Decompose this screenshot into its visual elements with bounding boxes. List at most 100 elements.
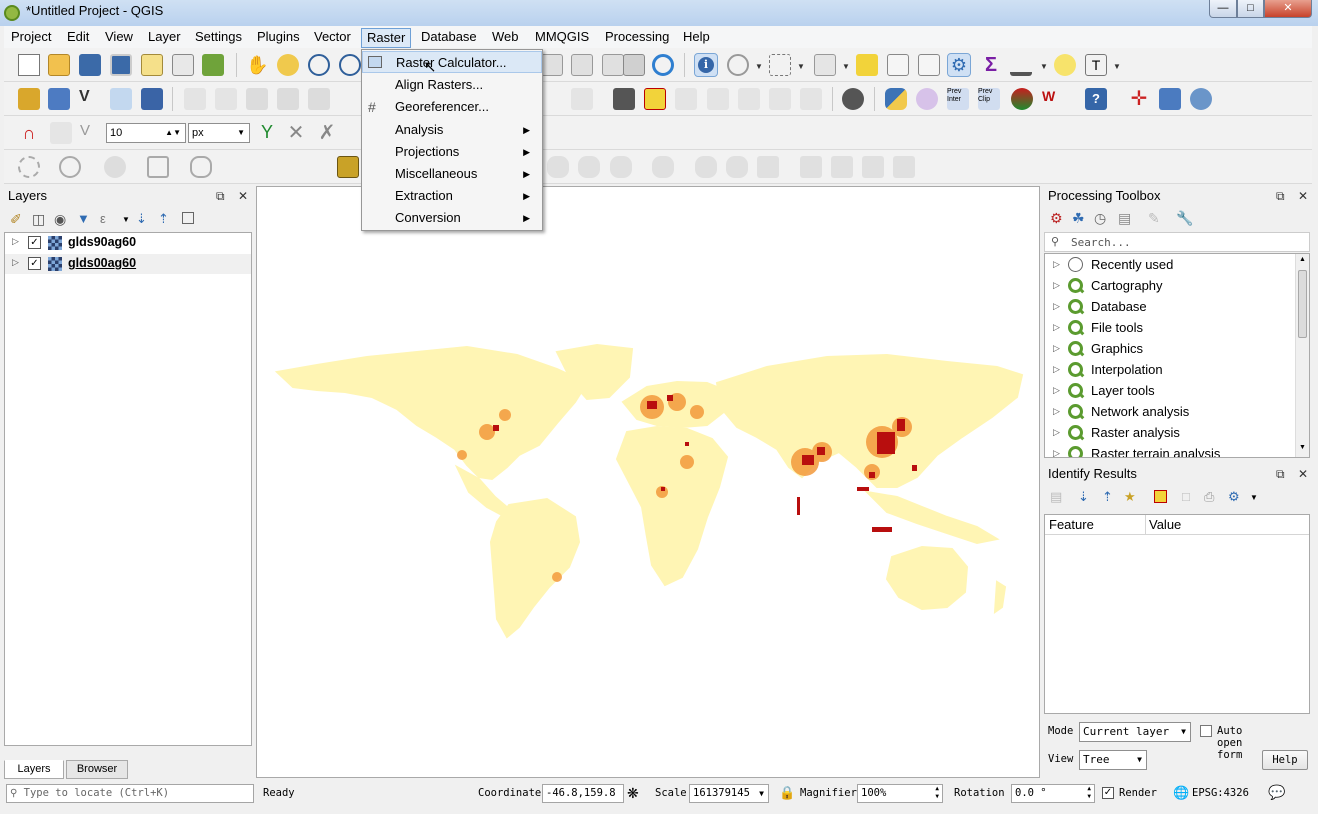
scroll-down-icon[interactable]: ▼ <box>1299 444 1306 451</box>
delete-part-icon[interactable] <box>800 156 822 178</box>
options-wrench-icon[interactable]: 🔧 <box>1176 210 1193 227</box>
close-panel-icon[interactable]: ✕ <box>1298 464 1308 484</box>
close-panel-icon[interactable]: ✕ <box>1298 186 1308 206</box>
chevron-down-icon[interactable]: ▼ <box>797 62 805 71</box>
menu-item-georeferencer[interactable]: # Georeferencer... <box>362 96 542 118</box>
offset-icon[interactable]: ✗ <box>316 122 338 144</box>
deselect-features-icon[interactable] <box>856 54 878 76</box>
chevron-down-icon[interactable]: ▼ <box>842 62 850 71</box>
vertex-tool-icon[interactable]: V <box>80 122 102 144</box>
zoom-out-icon[interactable] <box>339 54 361 76</box>
layer-item[interactable]: ▷ ✓ glds90ag60 <box>5 233 251 253</box>
identify-mode-select[interactable]: Current layer ▼ <box>1079 722 1191 742</box>
coordinate-field[interactable]: -46.8,159.8 <box>542 784 624 803</box>
tab-browser[interactable]: Browser <box>66 760 128 779</box>
tree-item-network-analysis[interactable]: ▷ Network analysis <box>1045 401 1295 422</box>
messages-icon[interactable]: 💬 <box>1268 784 1285 801</box>
add-vector-layer-icon[interactable] <box>18 88 40 110</box>
menu-settings[interactable]: Settings <box>190 28 247 48</box>
remove-layer-icon[interactable] <box>182 212 194 224</box>
digitize-icon[interactable] <box>50 122 72 144</box>
show-hide-labels-icon[interactable] <box>707 88 729 110</box>
column-feature[interactable]: Feature <box>1049 517 1094 532</box>
menu-item-projections[interactable]: Projections ▶ <box>362 141 542 163</box>
save-edits-icon[interactable] <box>246 88 268 110</box>
crosshair-icon[interactable]: ✛ <box>1128 88 1150 110</box>
coordinate-toggle-icon[interactable]: ❋ <box>627 785 639 802</box>
measure-line-icon[interactable] <box>1010 54 1032 76</box>
chevron-down-icon[interactable]: ▼ <box>1113 62 1121 71</box>
zoom-next-icon[interactable] <box>602 54 624 76</box>
python-console-icon[interactable] <box>885 88 907 110</box>
tree-item-cartography[interactable]: ▷ Cartography <box>1045 275 1295 296</box>
expand-arrow-icon[interactable]: ▷ <box>1053 296 1060 317</box>
expand-arrow-icon[interactable]: ▷ <box>1053 443 1060 457</box>
add-ring-icon[interactable] <box>652 156 674 178</box>
open-project-icon[interactable] <box>48 54 70 76</box>
lock-scale-icon[interactable]: 🔒 <box>779 785 795 801</box>
close-panel-icon[interactable]: ✕ <box>238 186 248 206</box>
zoom-last-icon[interactable] <box>571 54 593 76</box>
merge-features-icon[interactable] <box>893 156 915 178</box>
attribute-table-icon[interactable] <box>887 54 909 76</box>
add-wms-layer-icon[interactable] <box>141 88 163 110</box>
layer-visibility-checkbox[interactable]: ✓ <box>28 257 41 270</box>
add-part-icon[interactable] <box>695 156 717 178</box>
wkt-icon[interactable]: W <box>1042 88 1064 110</box>
expand-arrow-icon[interactable]: ▷ <box>1053 254 1060 275</box>
tree-item-raster-terrain-analysis[interactable]: ▷ Raster terrain analysis <box>1045 443 1295 457</box>
zoom-layer-icon[interactable] <box>541 54 563 76</box>
menu-item-analysis[interactable]: Analysis ▶ <box>362 119 542 141</box>
refresh-icon[interactable] <box>652 54 674 76</box>
new-project-icon[interactable] <box>18 54 40 76</box>
layer-visibility-checkbox[interactable]: ✓ <box>28 236 41 249</box>
spin-arrows-icon[interactable]: ▲▼ <box>1087 785 1091 801</box>
fill-ring-icon[interactable] <box>726 156 748 178</box>
map-tips-icon[interactable] <box>1054 54 1076 76</box>
text-annotation-icon[interactable]: T <box>1085 54 1107 76</box>
pan-hand-icon[interactable]: ✋ <box>246 54 268 76</box>
add-rectangle-icon[interactable] <box>147 156 169 178</box>
menu-project[interactable]: Project <box>6 28 56 48</box>
history-clock-icon[interactable]: ◷ <box>1094 210 1106 227</box>
tree-item-recently-used[interactable]: ▷ Recently used <box>1045 254 1295 275</box>
statistics-sigma-icon[interactable]: Σ <box>980 54 1002 76</box>
minimize-button[interactable]: — <box>1209 0 1237 18</box>
reshape-icon[interactable] <box>831 156 853 178</box>
menu-item-miscellaneous[interactable]: Miscellaneous ▶ <box>362 163 542 185</box>
digitize-width-spinbox[interactable]: 10 ▲▼ <box>106 123 186 143</box>
run-feature-action-icon[interactable] <box>727 54 749 76</box>
filter-expression-icon[interactable]: ε <box>100 211 106 226</box>
scrollbar-thumb[interactable] <box>1298 270 1307 338</box>
menu-help[interactable]: Help <box>678 28 715 48</box>
layer-labeling-icon[interactable] <box>613 88 635 110</box>
menu-vector[interactable]: Vector <box>309 28 356 48</box>
zoom-in-icon[interactable] <box>308 54 330 76</box>
prev-inter-icon[interactable]: Prev Inter <box>947 88 969 110</box>
gps-icon[interactable] <box>842 88 864 110</box>
delete-ring-icon[interactable] <box>757 156 779 178</box>
expand-arrow-icon[interactable]: ▷ <box>12 257 19 268</box>
split-parts-icon[interactable] <box>862 156 884 178</box>
expand-arrow-icon[interactable]: ▷ <box>1053 422 1060 443</box>
style-brush-icon[interactable]: ✐ <box>10 211 22 228</box>
magnifier-spinbox[interactable]: 100% ▲ ▼ <box>857 784 943 803</box>
select-by-value-icon[interactable] <box>814 54 836 76</box>
expand-new-results-icon[interactable]: ★ <box>1124 489 1136 505</box>
add-group-icon[interactable]: ◫ <box>32 211 45 228</box>
map-swipe-icon[interactable] <box>337 156 359 178</box>
print-composer-icon[interactable] <box>141 54 163 76</box>
eye-visibility-icon[interactable]: ◉ <box>54 211 66 228</box>
scroll-up-icon[interactable]: ▲ <box>1299 256 1306 263</box>
float-panel-icon[interactable]: ⧉ <box>1276 186 1285 206</box>
composer-manager-icon[interactable] <box>172 54 194 76</box>
menu-database[interactable]: Database <box>416 28 482 48</box>
menu-layer[interactable]: Layer <box>143 28 186 48</box>
tree-item-graphics[interactable]: ▷ Graphics <box>1045 338 1295 359</box>
chevron-down-icon[interactable]: ▼ <box>1250 493 1258 502</box>
reshape-features-icon[interactable] <box>547 156 569 178</box>
simplify-feature-icon[interactable] <box>610 156 632 178</box>
menu-plugins[interactable]: Plugins <box>252 28 305 48</box>
results-viewer-icon[interactable]: ▤ <box>1118 210 1131 227</box>
scale-select[interactable]: 161379145 ▼ <box>689 784 769 803</box>
